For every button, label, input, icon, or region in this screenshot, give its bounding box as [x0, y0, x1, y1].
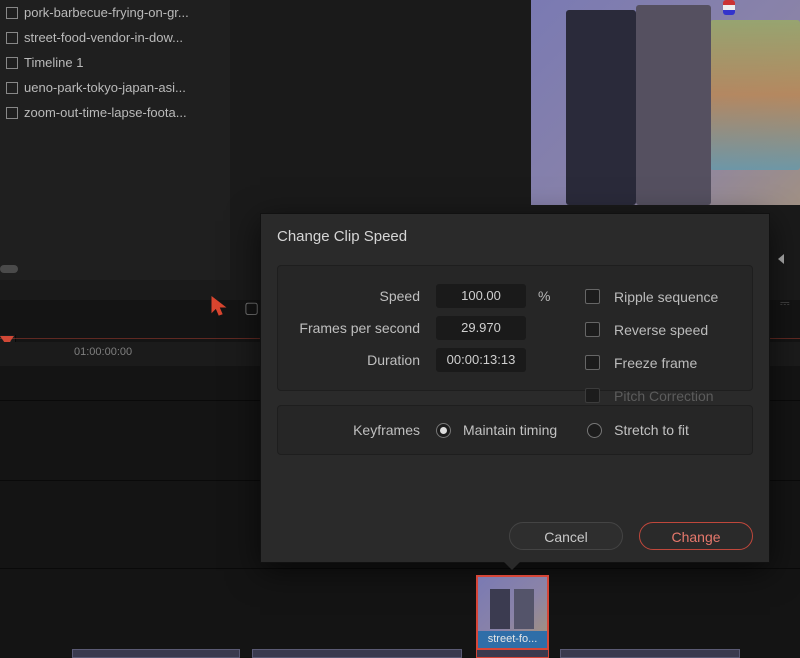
media-panel-scrollbar[interactable] — [0, 265, 18, 273]
previous-clip-button[interactable] — [770, 248, 792, 270]
keyframes-section: Keyframes Maintain timing Stretch to fit — [277, 405, 753, 455]
ripple-sequence-checkbox[interactable] — [585, 289, 600, 304]
timeline-icon — [6, 57, 18, 69]
cancel-button[interactable]: Cancel — [509, 522, 623, 550]
keyframes-label: Keyframes — [296, 422, 436, 438]
media-item[interactable]: pork-barbecue-frying-on-gr... — [0, 0, 230, 25]
dialog-title: Change Clip Speed — [261, 214, 769, 259]
pitch-correction-checkbox — [585, 388, 600, 403]
options-column: Ripple sequence Reverse speed Freeze fra… — [585, 280, 755, 412]
media-item[interactable]: ueno-park-tokyo-japan-asi... — [0, 75, 230, 100]
reverse-speed-label: Reverse speed — [614, 322, 708, 338]
viewer-preview — [531, 0, 800, 205]
speed-input[interactable]: 100.00 — [436, 284, 526, 308]
clip-caption: street-fo... — [478, 631, 547, 648]
maintain-timing-radio[interactable] — [436, 423, 451, 438]
media-item-label: pork-barbecue-frying-on-gr... — [24, 5, 189, 20]
timeline-clip[interactable] — [560, 649, 740, 658]
fps-label: Frames per second — [296, 320, 436, 336]
zoom-control-icon[interactable]: ⎓ — [780, 296, 800, 312]
media-item[interactable]: street-food-vendor-in-dow... — [0, 25, 230, 50]
maintain-timing-label: Maintain timing — [463, 422, 557, 438]
ripple-sequence-label: Ripple sequence — [614, 289, 718, 305]
stretch-to-fit-radio[interactable] — [587, 423, 602, 438]
clip-icon — [6, 32, 18, 44]
media-item-label: street-food-vendor-in-dow... — [24, 30, 183, 45]
duration-label: Duration — [296, 352, 436, 368]
dialog-pointer-icon — [504, 562, 520, 570]
freeze-frame-label: Freeze frame — [614, 355, 697, 371]
timeline-clip[interactable] — [72, 649, 240, 658]
media-pool-panel: pork-barbecue-frying-on-gr... street-foo… — [0, 0, 230, 280]
speed-unit: % — [538, 288, 550, 304]
clip-thumbnail — [478, 577, 547, 631]
pitch-correction-label: Pitch Correction — [614, 388, 714, 404]
clip-icon — [6, 107, 18, 119]
media-item[interactable]: zoom-out-time-lapse-foota... — [0, 100, 230, 125]
timeline-clip-selected[interactable] — [476, 649, 549, 658]
change-button[interactable]: Change — [639, 522, 753, 550]
speed-label: Speed — [296, 288, 436, 304]
timecode-label: 01:00:00:00 — [74, 346, 132, 358]
media-item[interactable]: Timeline 1 — [0, 50, 230, 75]
selected-clip[interactable]: street-fo... — [476, 575, 549, 650]
stretch-to-fit-label: Stretch to fit — [614, 422, 689, 438]
timeline-tool-marker-icon[interactable]: ▢ — [244, 298, 259, 318]
media-item-label: zoom-out-time-lapse-foota... — [24, 105, 187, 120]
clip-icon — [6, 7, 18, 19]
fps-input[interactable]: 29.970 — [436, 316, 526, 340]
media-item-label: ueno-park-tokyo-japan-asi... — [24, 80, 186, 95]
clip-icon — [6, 82, 18, 94]
reverse-speed-checkbox[interactable] — [585, 322, 600, 337]
media-item-label: Timeline 1 — [24, 55, 83, 70]
freeze-frame-checkbox[interactable] — [585, 355, 600, 370]
timeline-clip[interactable] — [252, 649, 462, 658]
duration-input[interactable]: 00:00:13:13 — [436, 348, 526, 372]
